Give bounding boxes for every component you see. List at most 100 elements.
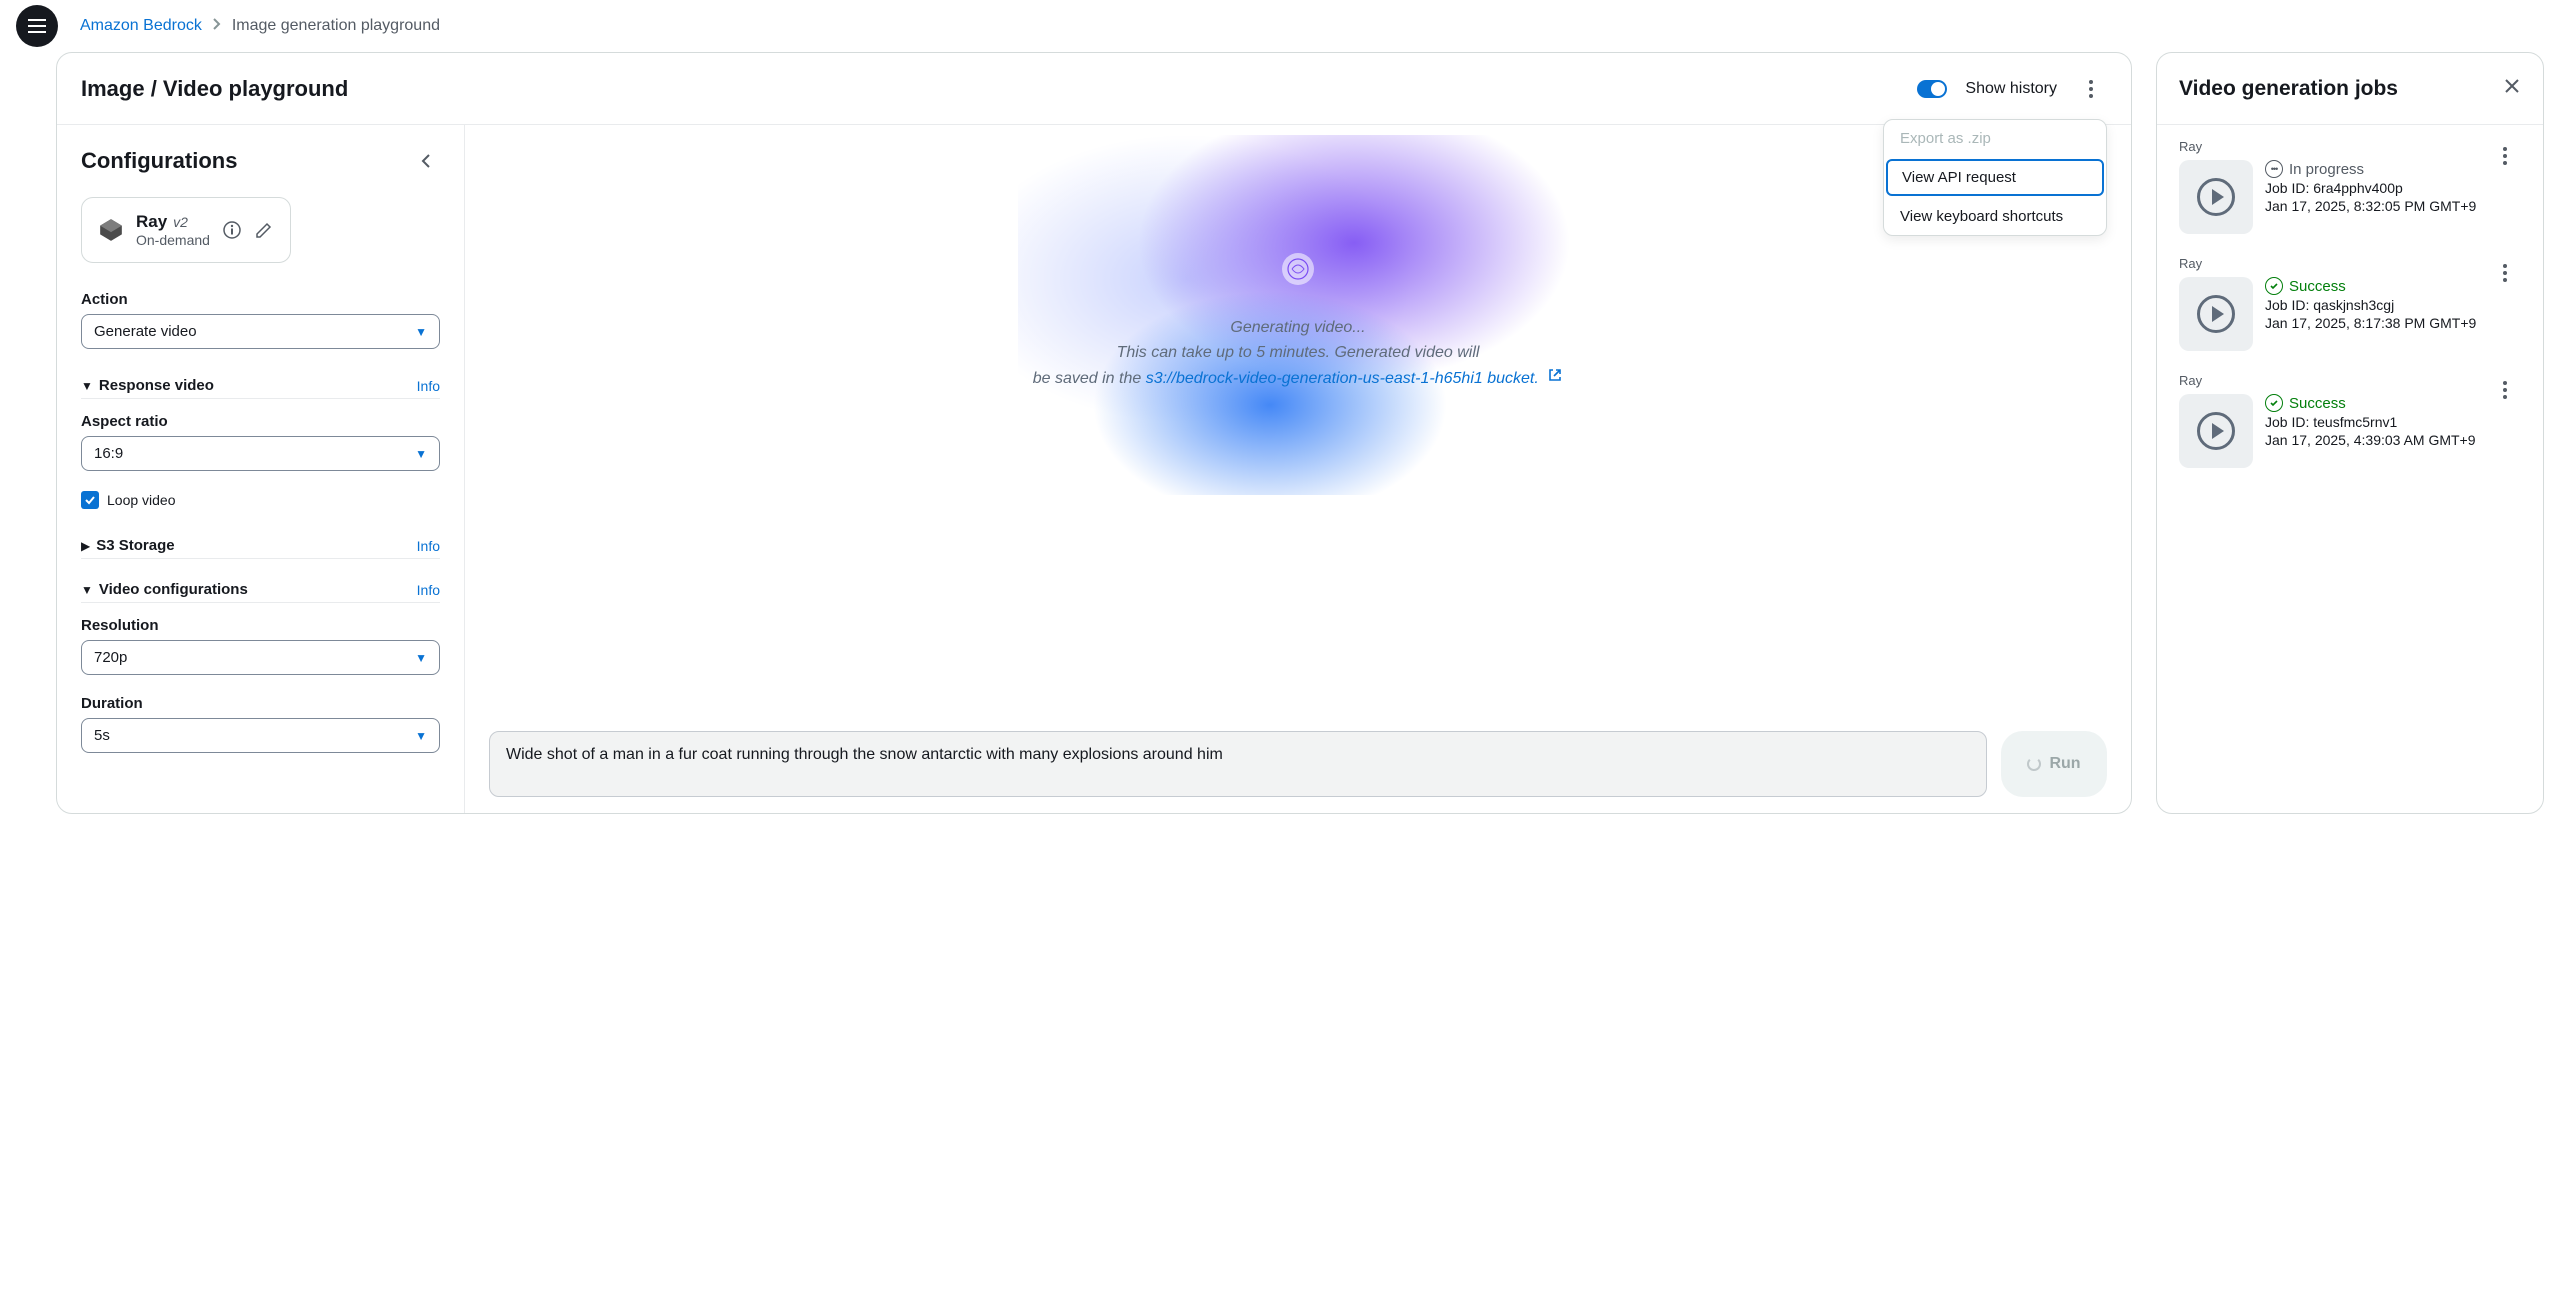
configurations-title: Configurations [81,148,237,174]
caret-down-icon: ▼ [415,729,427,743]
playground-panel: Image / Video playground Show history Ex… [56,52,2132,814]
job-row: Success Job ID: teusfmc5rnv1 Jan 17, 202… [2179,394,2521,468]
job-id: Job ID: qaskjnsh3cgj [2265,297,2521,313]
job-status-text: Success [2289,395,2346,412]
play-icon [2197,178,2235,216]
job-model-label: Ray [2179,256,2521,271]
kebab-icon [2503,264,2507,282]
play-icon [2197,295,2235,333]
job-timestamp: Jan 17, 2025, 4:39:03 AM GMT+9 [2265,432,2521,448]
page-title: Image / Video playground [81,76,348,102]
disclosure-triangle-icon: ▼ [81,583,93,597]
prompt-input[interactable] [489,731,1987,797]
check-icon [84,494,96,506]
breadcrumb-current: Image generation playground [232,17,440,35]
generating-status-line2a: This can take up to 5 minutes. Generated… [1117,344,1480,361]
response-video-info-link[interactable]: Info [417,378,440,394]
close-icon [2503,77,2521,95]
s3-bucket-link[interactable]: s3://bedrock-video-generation-us-east-1-… [1146,370,1539,387]
external-link-icon [1547,366,1563,392]
hamburger-icon [28,19,46,33]
kebab-icon [2503,381,2507,399]
job-actions-button[interactable] [2489,140,2521,172]
aspect-ratio-label: Aspect ratio [81,413,440,430]
jobs-title: Video generation jobs [2179,77,2398,101]
success-icon [2265,394,2283,412]
caret-down-icon: ▼ [415,325,427,339]
duration-select[interactable]: 5s ▼ [81,718,440,753]
in-progress-icon: ••• [2265,160,2283,178]
job-model-label: Ray [2179,373,2521,388]
resolution-label: Resolution [81,617,440,634]
generating-status-line2b: be saved in the [1033,370,1146,387]
configurations-panel: Configurations Ray v2 [57,125,465,813]
collapse-config-button[interactable] [412,147,440,175]
more-actions-button[interactable] [2075,73,2107,105]
job-thumbnail[interactable] [2179,394,2253,468]
job-status-text: Success [2289,278,2346,295]
job-model-label: Ray [2179,139,2521,154]
chevron-right-icon [212,17,222,36]
aspect-ratio-value: 16:9 [94,445,123,462]
s3-storage-section-toggle[interactable]: ▶ S3 Storage [81,537,175,554]
job-status: Success [2265,394,2521,412]
s3-storage-title: S3 Storage [96,537,174,554]
job-timestamp: Jan 17, 2025, 8:17:38 PM GMT+9 [2265,315,2521,331]
edit-model-button[interactable] [254,220,274,240]
info-icon[interactable] [222,220,242,240]
model-icon [98,217,124,243]
video-config-info-link[interactable]: Info [417,582,440,598]
run-button[interactable]: Run [2001,731,2107,797]
kebab-icon [2503,147,2507,165]
model-name: Ray [136,212,167,231]
resolution-value: 720p [94,649,127,666]
loop-video-checkbox[interactable] [81,491,99,509]
response-video-section-toggle[interactable]: ▼ Response video [81,377,214,394]
job-id: Job ID: teusfmc5rnv1 [2265,414,2521,430]
action-label: Action [81,291,440,308]
disclosure-triangle-icon: ▼ [81,379,93,393]
job-timestamp: Jan 17, 2025, 8:32:05 PM GMT+9 [2265,198,2521,214]
jobs-panel: Video generation jobs Ray ••• In progres… [2156,52,2544,814]
close-jobs-button[interactable] [2503,77,2521,101]
model-card: Ray v2 On-demand [81,197,291,263]
success-icon [2265,277,2283,295]
play-icon [2197,412,2235,450]
aspect-ratio-select[interactable]: 16:9 ▼ [81,436,440,471]
video-config-title: Video configurations [99,581,248,598]
job-actions-button[interactable] [2489,257,2521,289]
kebab-icon [2089,80,2093,98]
breadcrumb: Amazon Bedrock Image generation playgrou… [80,17,440,36]
menu-view-shortcuts[interactable]: View keyboard shortcuts [1884,198,2106,235]
action-select[interactable]: Generate video ▼ [81,314,440,349]
generation-canvas: Generating video... This can take up to … [465,125,2131,731]
job-status-text: In progress [2289,161,2364,178]
caret-down-icon: ▼ [415,651,427,665]
spinner-icon [2027,757,2041,771]
action-value: Generate video [94,323,197,340]
caret-down-icon: ▼ [415,447,427,461]
more-actions-menu: Export as .zip View API request View key… [1883,119,2107,236]
model-throughput: On-demand [136,232,210,248]
chevron-left-icon [419,152,433,170]
menu-export-zip: Export as .zip [1884,120,2106,157]
job-id: Job ID: 6ra4pphv400p [2265,180,2521,196]
job-actions-button[interactable] [2489,374,2521,406]
loop-video-label: Loop video [107,492,176,508]
job-thumbnail[interactable] [2179,277,2253,351]
video-config-section-toggle[interactable]: ▼ Video configurations [81,581,248,598]
job-row: Success Job ID: qaskjnsh3cgj Jan 17, 202… [2179,277,2521,351]
menu-button[interactable] [16,5,58,47]
job-row: ••• In progress Job ID: 6ra4pphv400p Jan… [2179,160,2521,234]
response-video-title: Response video [99,377,214,394]
job-status: Success [2265,277,2521,295]
duration-value: 5s [94,727,110,744]
job-status: ••• In progress [2265,160,2521,178]
resolution-select[interactable]: 720p ▼ [81,640,440,675]
breadcrumb-root-link[interactable]: Amazon Bedrock [80,17,202,35]
run-label: Run [2049,755,2080,773]
s3-storage-info-link[interactable]: Info [417,538,440,554]
show-history-toggle[interactable] [1917,80,1947,98]
menu-view-api-request[interactable]: View API request [1886,159,2104,196]
job-thumbnail[interactable] [2179,160,2253,234]
